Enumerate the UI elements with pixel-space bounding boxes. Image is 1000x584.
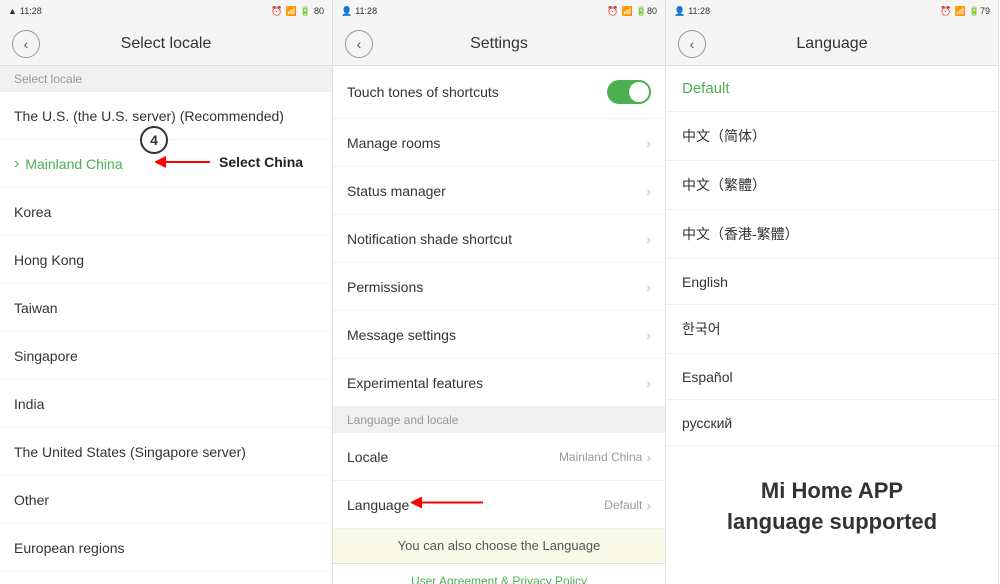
check-icon: › bbox=[14, 155, 19, 173]
chevron-permissions: › bbox=[646, 279, 651, 295]
list-item-india[interactable]: India bbox=[0, 380, 332, 428]
settings-panel: 👤 11:28 ⏰ 📶 🔋80 ‹ Settings Touch tones o… bbox=[333, 0, 666, 584]
lang-item-english[interactable]: English bbox=[666, 259, 998, 305]
list-item-hong-kong[interactable]: Hong Kong bbox=[0, 236, 332, 284]
signal-icon: ▲ bbox=[8, 6, 17, 16]
status2-right: ⏰ 📶 🔋80 bbox=[607, 6, 657, 17]
lang-item-zh-hans[interactable]: 中文（简体） bbox=[666, 112, 998, 161]
settings-footer: User Agreement & Privacy Policy Current … bbox=[333, 563, 665, 584]
wifi-icon: 📶 bbox=[286, 6, 297, 17]
list-item-taiwan[interactable]: Taiwan bbox=[0, 284, 332, 332]
lang-item-zh-hk[interactable]: 中文（香港-繁體） bbox=[666, 210, 998, 259]
chevron-experimental: › bbox=[646, 375, 651, 391]
settings-list: Touch tones of shortcuts Manage rooms › … bbox=[333, 66, 665, 584]
bottom-info: Mi Home APP language supported bbox=[666, 446, 998, 554]
chevron-locale: › bbox=[646, 449, 651, 465]
lang-item-korean[interactable]: 한국어 bbox=[666, 305, 998, 354]
back-button-3[interactable]: ‹ bbox=[678, 30, 706, 58]
back-icon-1: ‹ bbox=[24, 36, 29, 52]
wifi3-icon: 📶 bbox=[955, 6, 966, 17]
lang-locale-section: Language and locale bbox=[333, 407, 665, 433]
language-title: Language bbox=[796, 35, 867, 53]
user3-icon: 👤 bbox=[674, 6, 685, 17]
chevron-manage-rooms: › bbox=[646, 135, 651, 151]
locale-list: The U.S. (the U.S. server) (Recommended)… bbox=[0, 92, 332, 584]
list-item-korea[interactable]: Korea bbox=[0, 188, 332, 236]
battery3-icon: 🔋79 bbox=[969, 6, 990, 17]
status-bar-1: ▲ 11:28 ⏰ 📶 🔋 80 bbox=[0, 0, 332, 22]
bottom-text-line2: language supported bbox=[682, 507, 982, 538]
lang-item-zh-hant[interactable]: 中文（繁體） bbox=[666, 161, 998, 210]
alarm-icon: ⏰ bbox=[271, 6, 282, 17]
alarm3-icon: ⏰ bbox=[940, 6, 951, 17]
time3: 11:28 bbox=[688, 6, 710, 16]
back-icon-3: ‹ bbox=[690, 36, 695, 52]
status3-left: 👤 11:28 bbox=[674, 6, 710, 17]
settings-title: Settings bbox=[470, 35, 528, 53]
status2-left: 👤 11:28 bbox=[341, 6, 377, 17]
time2: 11:28 bbox=[355, 6, 377, 16]
battery2-icon: 🔋80 bbox=[636, 6, 657, 17]
back-button-1[interactable]: ‹ bbox=[12, 30, 40, 58]
language-list: Default 中文（简体） 中文（繁體） 中文（香港-繁體） English … bbox=[666, 66, 998, 584]
chevron-status-manager: › bbox=[646, 183, 651, 199]
settings-language[interactable]: Language Default › bbox=[333, 481, 665, 529]
settings-status-manager[interactable]: Status manager › bbox=[333, 167, 665, 215]
chevron-message: › bbox=[646, 327, 651, 343]
status-bar-3: 👤 11:28 ⏰ 📶 🔋79 bbox=[666, 0, 998, 22]
status-left-icons: ▲ 11:28 bbox=[8, 6, 42, 16]
agreement-link[interactable]: User Agreement & Privacy Policy bbox=[343, 574, 655, 584]
back-button-2[interactable]: ‹ bbox=[345, 30, 373, 58]
panel1-header: ‹ Select locale bbox=[0, 22, 332, 66]
lang-item-default[interactable]: Default bbox=[666, 66, 998, 112]
settings-locale[interactable]: Locale Mainland China › bbox=[333, 433, 665, 481]
status-bar-2: 👤 11:28 ⏰ 📶 🔋80 bbox=[333, 0, 665, 22]
settings-manage-rooms[interactable]: Manage rooms › bbox=[333, 119, 665, 167]
lang-item-spanish[interactable]: Español bbox=[666, 354, 998, 400]
alarm2-icon: ⏰ bbox=[607, 6, 618, 17]
chevron-notification-shade: › bbox=[646, 231, 651, 247]
battery-level: 80 bbox=[314, 6, 324, 16]
list-item-us[interactable]: The U.S. (the U.S. server) (Recommended) bbox=[0, 92, 332, 140]
panel1-section-label: Select locale bbox=[0, 66, 332, 92]
language-header: ‹ Language bbox=[666, 22, 998, 66]
touch-tones-toggle[interactable] bbox=[607, 80, 651, 104]
language-panel: 👤 11:28 ⏰ 📶 🔋79 ‹ Language Default 中文（简体… bbox=[666, 0, 999, 584]
settings-permissions[interactable]: Permissions › bbox=[333, 263, 665, 311]
settings-header: ‹ Settings bbox=[333, 22, 665, 66]
list-item-mainland-china[interactable]: › Mainland China 4 Select China bbox=[0, 140, 332, 188]
list-item-european[interactable]: European regions bbox=[0, 524, 332, 572]
time: 11:28 bbox=[20, 6, 42, 16]
settings-notification-shade[interactable]: Notification shade shortcut › bbox=[333, 215, 665, 263]
status3-right: ⏰ 📶 🔋79 bbox=[940, 6, 990, 17]
status-right-icons: ⏰ 📶 🔋 80 bbox=[271, 6, 324, 17]
bottom-text-line1: Mi Home APP bbox=[682, 476, 982, 507]
wifi2-icon: 📶 bbox=[622, 6, 633, 17]
locale-value: Mainland China › bbox=[559, 449, 651, 465]
list-item-us-sg[interactable]: The United States (Singapore server) bbox=[0, 428, 332, 476]
select-locale-panel: ▲ 11:28 ⏰ 📶 🔋 80 ‹ Select locale Select … bbox=[0, 0, 333, 584]
lang-item-russian[interactable]: русский bbox=[666, 400, 998, 446]
chevron-language: › bbox=[646, 497, 651, 513]
list-item-other[interactable]: Other bbox=[0, 476, 332, 524]
user-icon: 👤 bbox=[341, 6, 352, 17]
settings-experimental[interactable]: Experimental features › bbox=[333, 359, 665, 407]
list-item-singapore[interactable]: Singapore bbox=[0, 332, 332, 380]
battery-icon: 🔋 bbox=[300, 6, 311, 17]
settings-touch-tones[interactable]: Touch tones of shortcuts bbox=[333, 66, 665, 119]
panel1-title: Select locale bbox=[121, 35, 212, 53]
settings-message[interactable]: Message settings › bbox=[333, 311, 665, 359]
language-value: Default › bbox=[604, 497, 651, 513]
language-annotation-text: You can also choose the Language bbox=[333, 529, 665, 563]
back-icon-2: ‹ bbox=[357, 36, 362, 52]
